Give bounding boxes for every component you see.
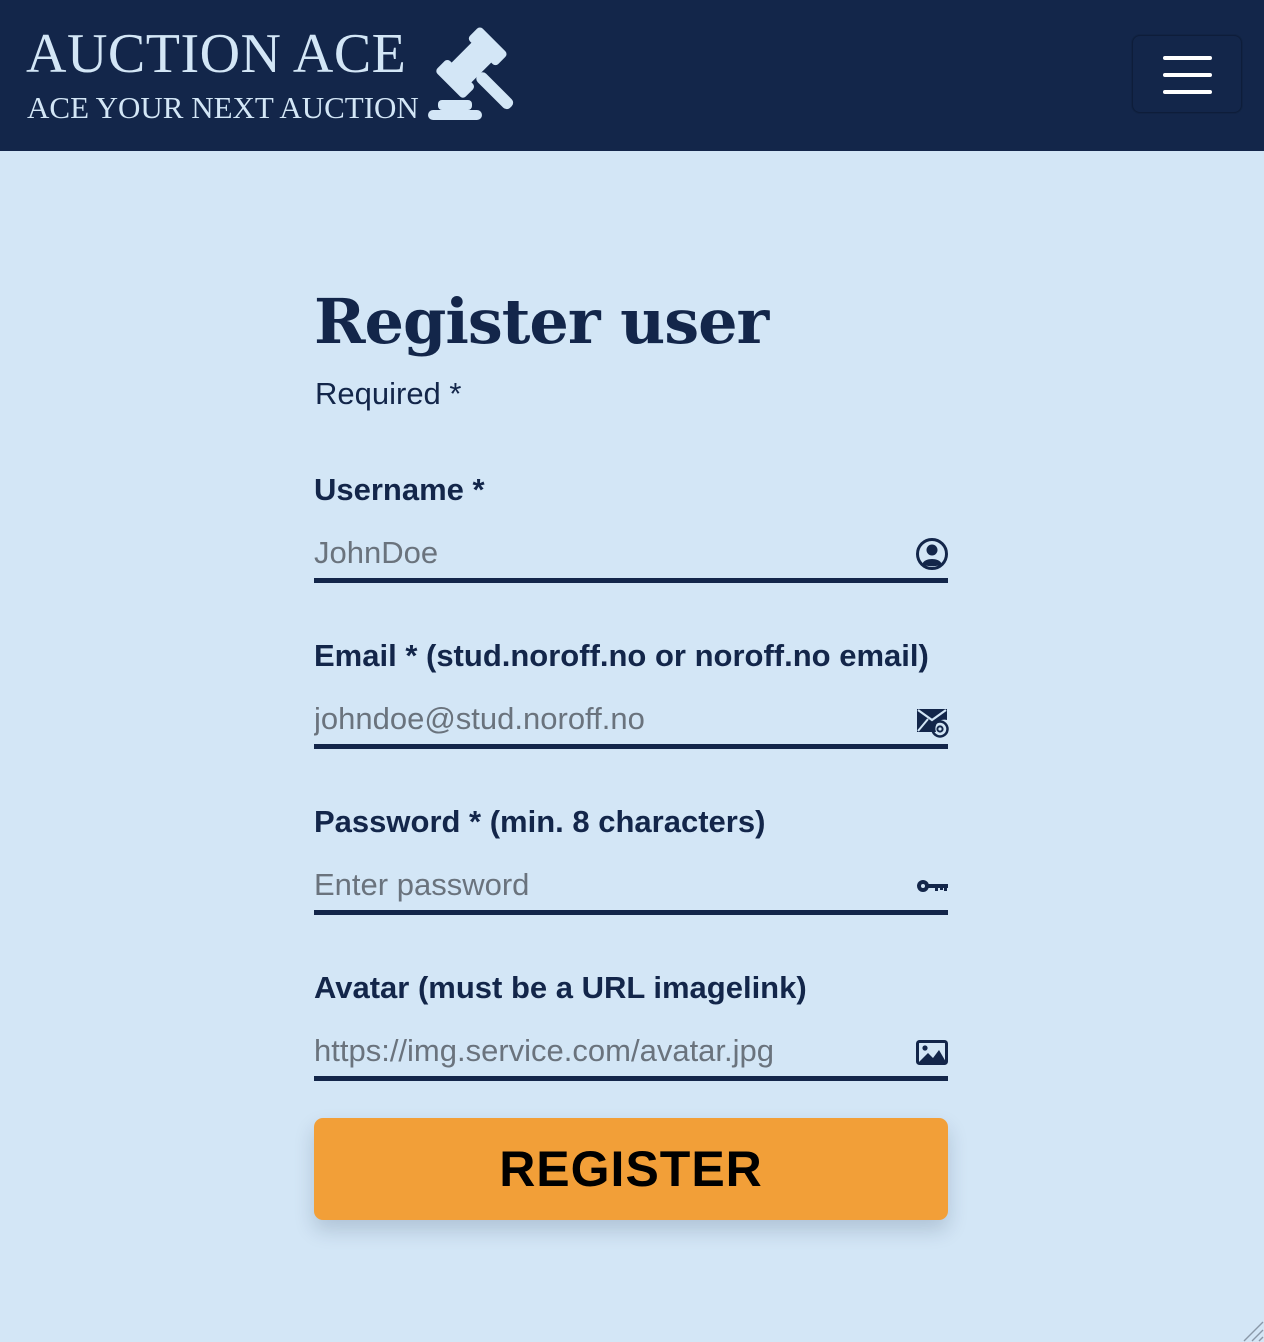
hamburger-menu-icon (1163, 90, 1212, 94)
brand-title[interactable]: AUCTION ACE (26, 22, 406, 86)
email-label: Email * (stud.noroff.no or noroff.no ema… (314, 638, 929, 673)
page-title: Register user (314, 285, 769, 358)
register-button[interactable]: REGISTER (314, 1118, 948, 1220)
required-note: Required * (315, 376, 462, 411)
site-header: AUCTION ACE ACE YOUR NEXT AUCTION (0, 0, 1264, 151)
resize-handle-icon[interactable] (1240, 1318, 1264, 1342)
password-input[interactable] (314, 859, 948, 915)
avatar-input[interactable] (314, 1025, 948, 1081)
image-icon (916, 1040, 948, 1065)
hamburger-menu-icon (1163, 73, 1212, 77)
email-input[interactable] (314, 693, 948, 749)
avatar-label: Avatar (must be a URL imagelink) (314, 970, 807, 1005)
key-icon (917, 880, 948, 892)
username-input[interactable] (314, 527, 948, 583)
hamburger-menu-icon (1163, 56, 1212, 60)
envelope-at-icon (917, 709, 949, 738)
gavel-icon (428, 27, 514, 120)
brand-tagline: ACE YOUR NEXT AUCTION (27, 90, 419, 125)
menu-toggle-button[interactable] (1132, 35, 1242, 113)
password-label: Password * (min. 8 characters) (314, 804, 766, 839)
username-label: Username * (314, 472, 485, 507)
user-circle-icon (916, 538, 948, 570)
